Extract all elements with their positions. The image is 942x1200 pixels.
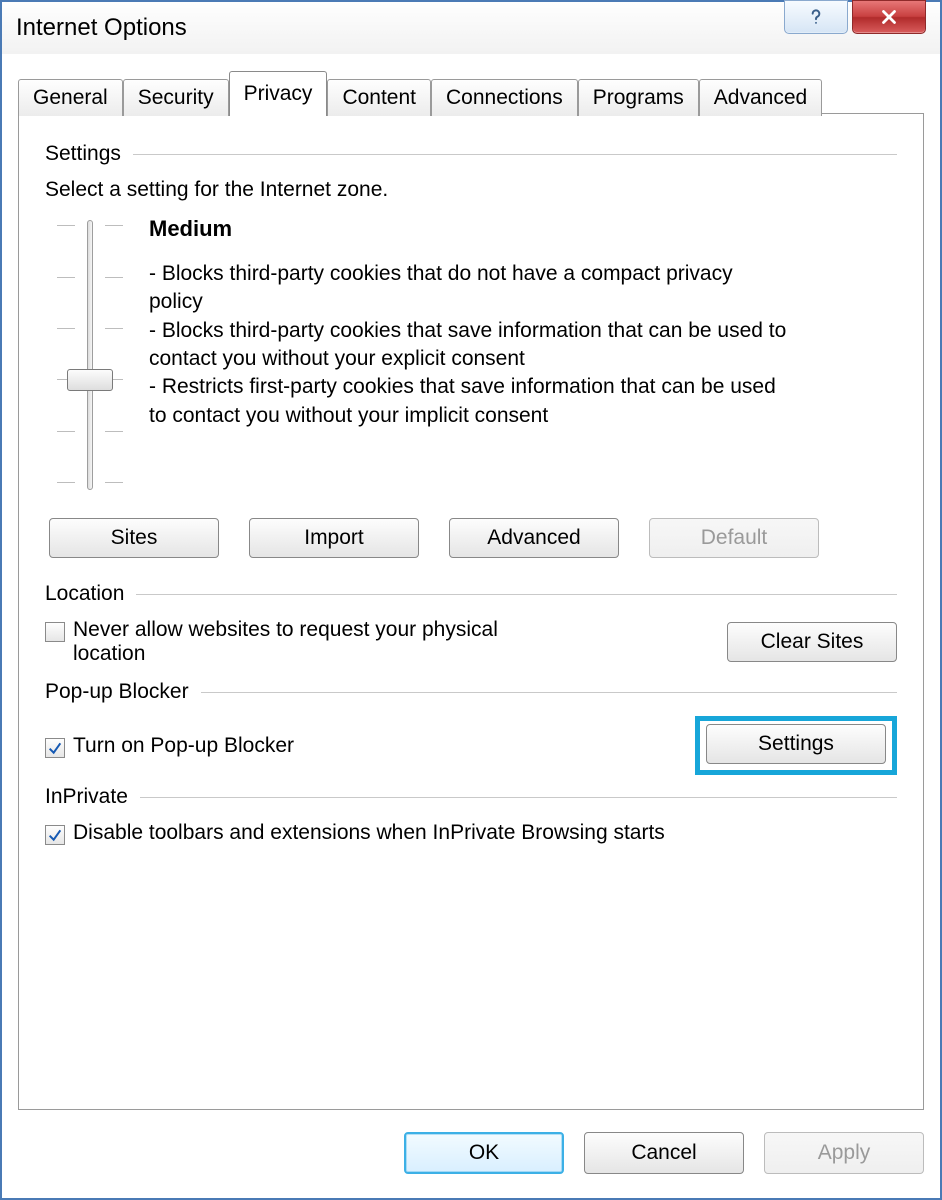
import-button[interactable]: Import [249,518,419,558]
check-icon [47,740,63,756]
privacy-desc-2: - Blocks third-party cookies that save i… [149,317,789,374]
group-inprivate: InPrivate Disable toolbars and extension… [45,785,897,845]
popup-blocker-checkbox[interactable] [45,738,65,758]
close-button[interactable] [852,0,926,34]
tab-general[interactable]: General [18,79,123,116]
tab-advanced[interactable]: Advanced [699,79,822,116]
divider [136,594,897,595]
internet-options-window: Internet Options General Security Privac… [0,0,942,1200]
dialog-button-row: OK Cancel Apply [404,1132,924,1174]
group-location: Location Never allow websites to request… [45,582,897,666]
group-popup: Pop-up Blocker Turn on Pop-up Blocker Se… [45,680,897,775]
tab-programs[interactable]: Programs [578,79,699,116]
tab-connections[interactable]: Connections [431,79,578,116]
privacy-level-slider[interactable] [55,220,125,490]
privacy-desc-1: - Blocks third-party cookies that do not… [149,260,789,317]
check-icon [47,827,63,843]
titlebar: Internet Options [2,2,940,54]
privacy-desc-3: - Restricts first-party cookies that sav… [149,373,789,430]
popup-blocker-label: Turn on Pop-up Blocker [73,734,294,758]
divider [201,692,897,693]
window-title: Internet Options [16,14,187,42]
inprivate-disable-toolbars-label: Disable toolbars and extensions when InP… [73,821,665,845]
close-icon [878,6,900,28]
tabstrip: General Security Privacy Content Connect… [18,70,924,115]
advanced-button[interactable]: Advanced [449,518,619,558]
privacy-level-name: Medium [149,216,897,242]
tab-security[interactable]: Security [123,79,229,116]
group-settings-title: Settings [45,142,121,166]
never-allow-location-checkbox[interactable] [45,622,65,642]
group-inprivate-title: InPrivate [45,785,128,809]
default-button: Default [649,518,819,558]
group-popup-title: Pop-up Blocker [45,680,189,704]
popup-settings-highlight: Settings [695,716,897,775]
group-location-title: Location [45,582,124,606]
tab-content[interactable]: Content [327,79,431,116]
never-allow-location-label: Never allow websites to request your phy… [73,618,565,666]
help-button[interactable] [784,0,848,34]
popup-settings-button[interactable]: Settings [706,724,886,764]
ok-button[interactable]: OK [404,1132,564,1174]
cancel-button[interactable]: Cancel [584,1132,744,1174]
slider-thumb[interactable] [67,369,113,391]
settings-instruction: Select a setting for the Internet zone. [45,178,897,202]
sites-button[interactable]: Sites [49,518,219,558]
tab-privacy[interactable]: Privacy [229,71,328,116]
clear-sites-button[interactable]: Clear Sites [727,622,897,662]
help-icon [806,7,826,27]
inprivate-disable-toolbars-checkbox[interactable] [45,825,65,845]
apply-button: Apply [764,1132,924,1174]
group-settings: Settings Select a setting for the Intern… [45,142,897,558]
divider [140,797,897,798]
divider [133,154,897,155]
tab-page-privacy: Settings Select a setting for the Intern… [18,113,924,1110]
